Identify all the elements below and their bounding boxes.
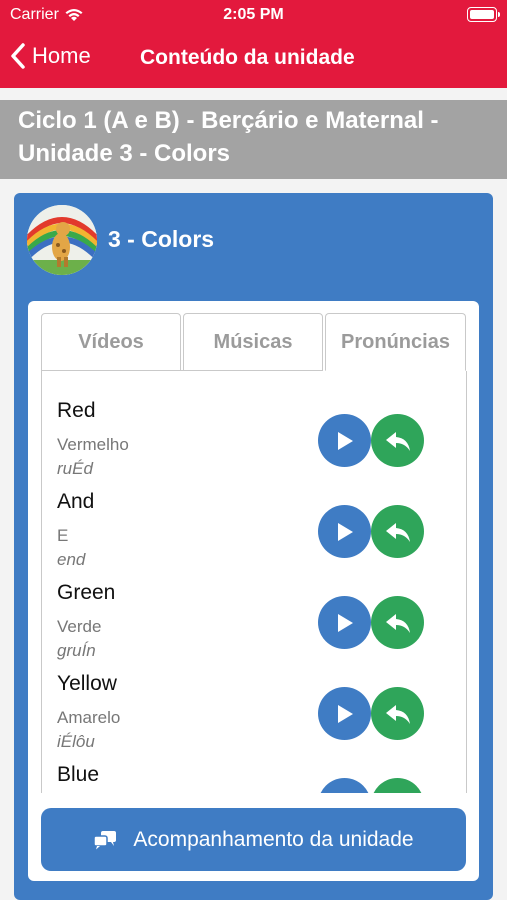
play-button[interactable]: [318, 414, 371, 467]
record-button[interactable]: [371, 596, 424, 649]
list-item: Blue: [42, 763, 466, 793]
unit-card-title: 3 - Colors: [108, 226, 215, 252]
tab-label: Músicas: [213, 330, 293, 353]
word-text: Green: [57, 581, 116, 604]
unit-follow-up-button[interactable]: Acompanhamento da unidade: [41, 808, 466, 871]
word-pronunciation: iÉlôu: [57, 732, 95, 751]
record-reply-icon: [385, 431, 410, 451]
word-text: Yellow: [57, 672, 117, 695]
list-item: Green Verde gruÍn: [42, 581, 466, 672]
list-item: Yellow Amarelo iÉlôu: [42, 672, 466, 763]
word-translation: Verde: [57, 617, 102, 636]
tab-musicas[interactable]: Músicas: [183, 313, 323, 371]
tab-bar: Vídeos Músicas Pronúncias: [41, 313, 466, 371]
tab-videos[interactable]: Vídeos: [41, 313, 181, 371]
play-button[interactable]: [318, 778, 371, 793]
content-panel: Vídeos Músicas Pronúncias Red Vermelho r…: [28, 301, 479, 881]
word-translation: E: [57, 526, 69, 545]
play-button[interactable]: [318, 505, 371, 558]
status-bar: Carrier 2:05 PM: [0, 0, 507, 30]
nav-bar: Home Conteúdo da unidade: [0, 30, 507, 88]
word-translation: Vermelho: [57, 435, 129, 454]
record-reply-icon: [385, 522, 410, 542]
record-button[interactable]: [371, 414, 424, 467]
unit-card: 3 - Colors Vídeos Músicas Pronúncias Red…: [14, 193, 493, 900]
word-text: Red: [57, 399, 96, 422]
list-item: And E end: [42, 490, 466, 581]
unit-avatar: [27, 205, 97, 275]
record-button[interactable]: [371, 687, 424, 740]
play-icon: [337, 704, 353, 723]
unit-image: [27, 205, 97, 275]
tab-pronuncias[interactable]: Pronúncias: [325, 313, 466, 371]
chat-icon: [93, 830, 117, 849]
play-button[interactable]: [318, 687, 371, 740]
word-pronunciation: ruÉd: [57, 459, 93, 478]
play-icon: [337, 613, 353, 632]
chevron-left-icon: [11, 43, 25, 69]
back-label: Home: [32, 43, 91, 68]
list-item: Red Vermelho ruÉd: [42, 399, 466, 490]
page-title: Conteúdo da unidade: [140, 46, 355, 69]
play-icon: [337, 522, 353, 541]
word-pronunciation: gruÍn: [57, 641, 96, 660]
record-button[interactable]: [371, 505, 424, 558]
unit-title: Ciclo 1 (A e B) - Berçário e Maternal - …: [18, 107, 439, 167]
word-text: And: [57, 490, 95, 513]
back-button[interactable]: Home: [10, 42, 91, 70]
record-reply-icon: [385, 704, 410, 724]
follow-button-label: Acompanhamento da unidade: [133, 827, 414, 851]
play-icon: [337, 431, 353, 450]
tab-label: Vídeos: [78, 330, 144, 353]
record-button[interactable]: [371, 778, 424, 793]
word-text: Blue: [57, 763, 100, 786]
pronunciation-list[interactable]: Red Vermelho ruÉd And E end Green Verde …: [41, 371, 467, 793]
play-button[interactable]: [318, 596, 371, 649]
tab-label: Pronúncias: [341, 330, 450, 353]
battery-icon: [467, 7, 500, 22]
status-time: 2:05 PM: [223, 6, 284, 23]
unit-header: Ciclo 1 (A e B) - Berçário e Maternal - …: [0, 100, 507, 179]
record-reply-icon: [385, 613, 410, 633]
word-pronunciation: end: [57, 550, 86, 569]
word-translation: Amarelo: [57, 708, 121, 727]
